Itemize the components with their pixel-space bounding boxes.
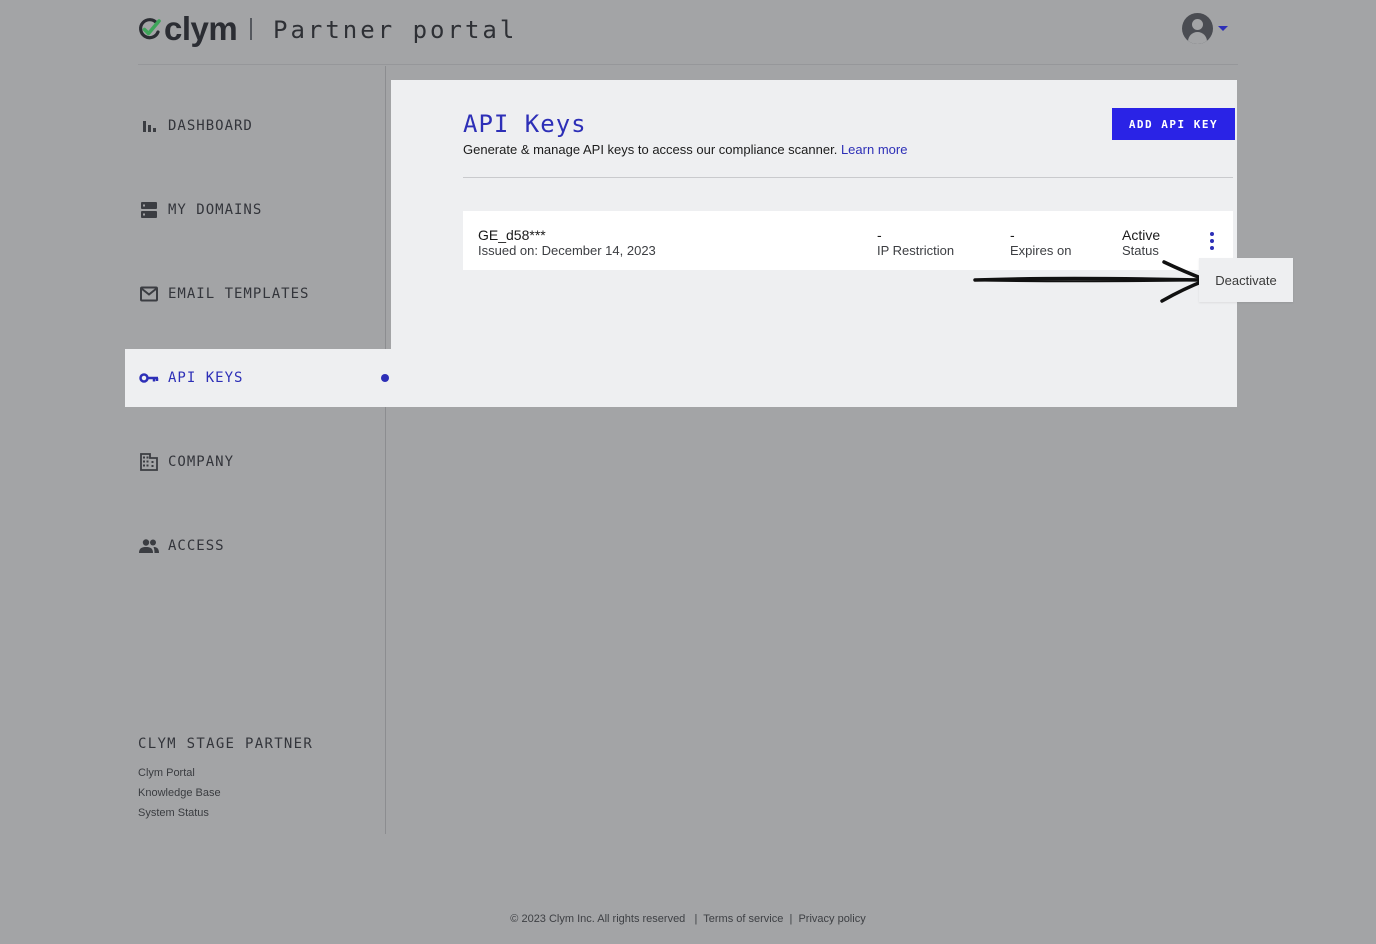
partner-name: CLYM STAGE PARTNER bbox=[138, 736, 314, 752]
sidebar-item-my-domains[interactable]: MY DOMAINS bbox=[125, 181, 391, 239]
sidebar-item-label: ACCESS bbox=[168, 538, 225, 554]
mail-icon bbox=[139, 284, 159, 304]
sidebar-item-company[interactable]: COMPANY bbox=[125, 433, 391, 491]
storage-icon bbox=[139, 200, 159, 220]
key-icon bbox=[139, 368, 159, 388]
arrow-annotation-icon bbox=[973, 260, 1208, 303]
system-status-link[interactable]: System Status bbox=[138, 807, 209, 819]
bar-chart-icon bbox=[139, 116, 159, 136]
subtitle-text: Generate & manage API keys to access our… bbox=[463, 142, 838, 157]
key-name: GE_d58*** bbox=[478, 227, 546, 243]
key-issued-date: Issued on: December 14, 2023 bbox=[478, 243, 656, 258]
api-keys-panel: API Keys Generate & manage API keys to a… bbox=[391, 80, 1237, 407]
learn-more-link[interactable]: Learn more bbox=[841, 142, 907, 157]
page-footer: © 2023 Clym Inc. All rights reserved | T… bbox=[0, 913, 1376, 925]
copyright-text: © 2023 Clym Inc. All rights reserved bbox=[510, 913, 686, 925]
sidebar-item-api-keys[interactable]: API KEYS bbox=[125, 349, 391, 407]
account-menu-button[interactable] bbox=[1182, 13, 1228, 44]
active-indicator-dot bbox=[381, 374, 389, 382]
sidebar-item-label: EMAIL TEMPLATES bbox=[168, 286, 310, 302]
terms-link[interactable]: Terms of service bbox=[703, 913, 783, 925]
sidebar-item-label: MY DOMAINS bbox=[168, 202, 263, 218]
portal-title: Partner portal bbox=[273, 16, 518, 44]
sidebar-item-label: DASHBOARD bbox=[168, 118, 253, 134]
sidebar-item-label: COMPANY bbox=[168, 454, 235, 470]
header-divider bbox=[250, 18, 252, 40]
footer-separator: | bbox=[694, 913, 698, 925]
expires-value: - bbox=[1010, 227, 1015, 243]
page-title: API Keys bbox=[463, 110, 587, 138]
knowledge-base-link[interactable]: Knowledge Base bbox=[138, 787, 221, 799]
building-icon bbox=[139, 452, 159, 472]
sidebar-item-label: API KEYS bbox=[168, 370, 244, 386]
more-vert-icon[interactable] bbox=[1205, 232, 1219, 250]
key-actions-menu: Deactivate bbox=[1199, 258, 1293, 302]
footer-separator: | bbox=[789, 913, 793, 925]
ip-restriction-cell: - IP Restriction bbox=[877, 227, 954, 258]
sidebar-item-access[interactable]: ACCESS bbox=[125, 517, 391, 575]
add-api-key-button[interactable]: ADD API KEY bbox=[1112, 108, 1235, 140]
page-subtitle: Generate & manage API keys to access our… bbox=[463, 142, 907, 157]
logo-check-icon bbox=[139, 17, 161, 39]
clym-portal-link[interactable]: Clym Portal bbox=[138, 767, 195, 779]
status-cell: Active Status bbox=[1122, 227, 1160, 258]
deactivate-menu-item[interactable]: Deactivate bbox=[1215, 273, 1276, 288]
clym-logo[interactable]: clym bbox=[138, 10, 238, 47]
expires-cell: - Expires on bbox=[1010, 227, 1071, 258]
logo-wordmark: clym bbox=[164, 10, 238, 47]
ip-restriction-value: - bbox=[877, 227, 882, 243]
panel-divider bbox=[463, 177, 1233, 178]
sidebar-item-email-templates[interactable]: EMAIL TEMPLATES bbox=[125, 265, 391, 323]
status-value: Active bbox=[1122, 227, 1161, 243]
account-circle-icon bbox=[1182, 13, 1213, 44]
ip-restriction-label: IP Restriction bbox=[877, 243, 955, 258]
caret-down-icon bbox=[1218, 26, 1228, 31]
header-divider-line bbox=[138, 64, 1238, 65]
privacy-link[interactable]: Privacy policy bbox=[798, 913, 865, 925]
sidebar-item-dashboard[interactable]: DASHBOARD bbox=[125, 97, 391, 155]
key-info: GE_d58*** Issued on: December 14, 2023 bbox=[478, 227, 656, 258]
people-icon bbox=[139, 536, 159, 556]
